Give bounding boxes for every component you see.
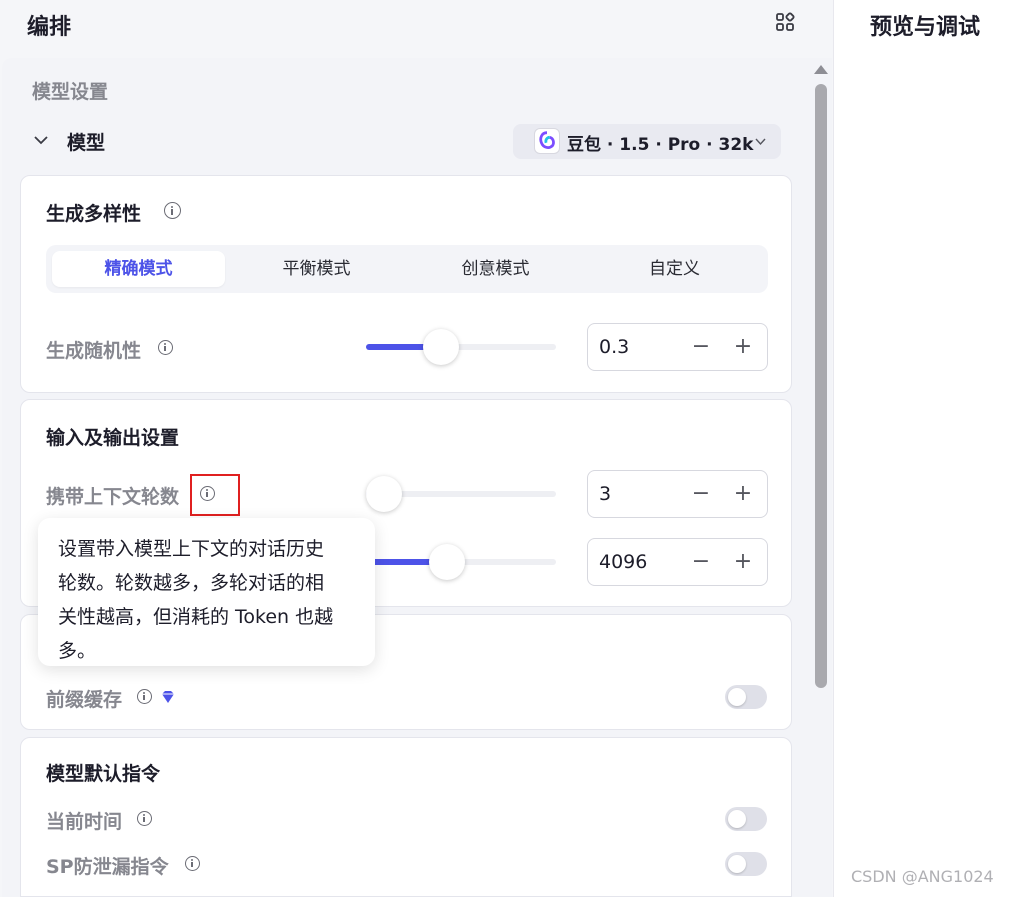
context-rounds-tooltip: 设置带入模型上下文的对话历史 轮数。轮数越多，多轮对话的相 关性越高，但消耗的 …: [38, 518, 375, 666]
tooltip-line: 轮数。轮数越多，多轮对话的相: [58, 572, 325, 594]
section-title-model-settings: 模型设置: [32, 81, 109, 103]
info-icon[interactable]: [137, 689, 152, 704]
tooltip-line: 关性越高，但消耗的 Token 也越: [58, 606, 334, 628]
slider-knob[interactable]: [423, 329, 459, 365]
grid-icon[interactable]: [775, 12, 795, 32]
mode-precise[interactable]: 精确模式: [52, 251, 225, 287]
model-select-value: 豆包 · 1.5 · Pro · 32k: [567, 135, 754, 155]
watermark: CSDN @ANG1024: [851, 867, 994, 886]
info-icon[interactable]: [164, 202, 181, 219]
increment-button[interactable]: +: [730, 549, 756, 575]
decrement-button[interactable]: −: [688, 549, 714, 575]
info-icon[interactable]: [137, 811, 152, 826]
slider-knob[interactable]: [428, 544, 465, 580]
toggle-knob: [728, 810, 746, 828]
decrement-button[interactable]: −: [688, 334, 714, 360]
info-icon[interactable]: [158, 340, 173, 355]
context-rounds-label: 携带上下文轮数: [46, 486, 180, 508]
context-rounds-slider[interactable]: [366, 476, 556, 512]
tooltip-line: 设置带入模型上下文的对话历史: [58, 538, 325, 560]
diversity-card: 生成多样性 精确模式 平衡模式 创意模式 自定义 生成随机性 0.3 − +: [20, 175, 792, 393]
chevron-down-icon: [755, 138, 766, 146]
toggle-knob: [728, 688, 746, 706]
stepper-value[interactable]: 4096: [599, 551, 647, 573]
mode-balanced[interactable]: 平衡模式: [230, 251, 403, 287]
increment-button[interactable]: +: [730, 334, 756, 360]
doubao-logo-icon: [534, 128, 560, 154]
diamond-icon: [162, 691, 174, 703]
randomness-slider[interactable]: [366, 329, 556, 365]
tooltip-line: 多。: [58, 640, 97, 662]
io-settings-title: 输入及输出设置: [46, 427, 180, 449]
sp-leak-toggle[interactable]: [725, 852, 767, 876]
mode-custom[interactable]: 自定义: [588, 251, 761, 287]
model-select[interactable]: 豆包 · 1.5 · Pro · 32k: [513, 124, 781, 159]
prefix-cache-label: 前缀缓存: [46, 689, 123, 711]
randomness-stepper[interactable]: 0.3 − +: [587, 323, 768, 371]
panel-header: 编排: [0, 0, 834, 48]
stepper-value[interactable]: 3: [599, 483, 611, 505]
highlight-box: [190, 474, 240, 516]
prefix-cache-toggle[interactable]: [725, 685, 767, 709]
slider-knob[interactable]: [366, 476, 402, 512]
scrollbar[interactable]: [810, 62, 830, 897]
current-time-toggle[interactable]: [725, 807, 767, 831]
current-time-label: 当前时间: [46, 811, 123, 833]
max-tokens-stepper[interactable]: 4096 − +: [587, 538, 768, 586]
model-label: 模型: [67, 132, 106, 154]
mode-creative[interactable]: 创意模式: [409, 251, 582, 287]
scroll-up-arrow-icon[interactable]: [814, 65, 828, 74]
default-instructions-card: 模型默认指令 当前时间 SP防泄漏指令: [20, 737, 792, 897]
sp-leak-label: SP防泄漏指令: [46, 856, 169, 878]
scroll-thumb[interactable]: [815, 84, 827, 688]
preview-debug-title: 预览与调试: [870, 15, 981, 40]
mode-segmented-control: 精确模式 平衡模式 创意模式 自定义: [46, 245, 768, 293]
info-icon[interactable]: [185, 856, 200, 871]
decrement-button[interactable]: −: [688, 481, 714, 507]
context-rounds-stepper[interactable]: 3 − +: [587, 470, 768, 518]
max-tokens-slider[interactable]: [366, 544, 556, 580]
diversity-title: 生成多样性: [46, 203, 142, 225]
toggle-knob: [728, 855, 746, 873]
increment-button[interactable]: +: [730, 481, 756, 507]
stepper-value[interactable]: 0.3: [599, 336, 629, 358]
chevron-down-icon[interactable]: [33, 132, 49, 148]
panel-title: 编排: [27, 15, 72, 40]
default-instructions-title: 模型默认指令: [46, 763, 161, 785]
randomness-label: 生成随机性: [46, 340, 142, 362]
